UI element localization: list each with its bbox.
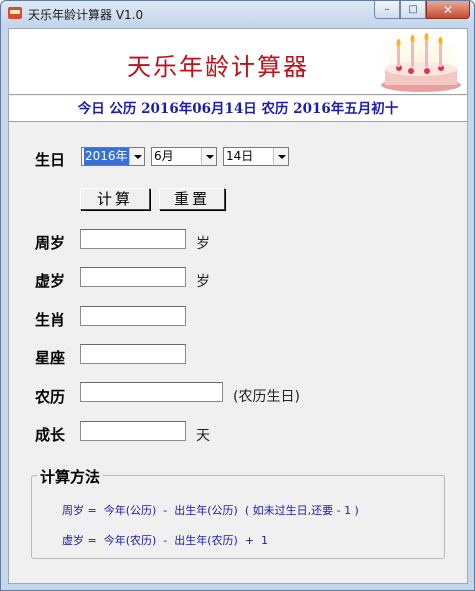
minimize-button[interactable]: – [374, 1, 400, 19]
zhousui-formula: 周岁 = 今年(公历) - 出生年(公历) ( 如未过生日,还要 - 1 ) [62, 504, 359, 517]
reset-button[interactable]: 重置 [159, 188, 225, 210]
header-banner: 天乐年龄计算器 [9, 29, 467, 95]
window-controls: – □ ✕ [374, 1, 470, 19]
client-area: 天乐年龄计算器 今日 公历 2016年06月14日 农历 2016年五月初十 生… [8, 28, 468, 584]
calculate-button[interactable]: 计算 [80, 188, 150, 210]
today-date-bar: 今日 公历 2016年06月14日 农历 2016年五月初十 [9, 96, 467, 122]
window-title: 天乐年龄计算器 V1.0 [28, 8, 144, 22]
xusui-label: 虚岁 [35, 272, 66, 290]
chevron-down-icon [129, 148, 144, 165]
nongli-label: 农历 [35, 388, 66, 406]
maximize-button[interactable]: □ [400, 1, 426, 19]
title-bar[interactable]: 天乐年龄计算器 V1.0 – □ ✕ [1, 1, 474, 27]
zhousui-field[interactable] [80, 229, 186, 249]
shengxiao-label: 生肖 [35, 311, 66, 329]
month-select[interactable]: 6月 [151, 147, 217, 166]
method-title: 计算方法 [37, 466, 104, 487]
chevron-down-icon [201, 148, 216, 165]
nongli-unit: (农历生日) [233, 389, 300, 405]
cake-app-icon [8, 7, 22, 19]
close-button[interactable]: ✕ [426, 1, 470, 19]
birthday-cake-image [377, 31, 465, 93]
chengzhang-field[interactable] [80, 421, 186, 441]
shengxiao-field[interactable] [80, 306, 186, 326]
chevron-down-icon [273, 148, 288, 165]
birthday-label: 生日 [35, 151, 66, 169]
xusui-field[interactable] [80, 267, 186, 287]
year-select[interactable]: 2016年 [81, 147, 145, 166]
xusui-unit: 岁 [196, 274, 210, 290]
xingzuo-field[interactable] [80, 344, 186, 364]
xingzuo-label: 星座 [35, 349, 66, 367]
xusui-formula: 虚岁 = 今年(农历) - 出生年(农历) + 1 [62, 534, 269, 547]
zhousui-label: 周岁 [35, 234, 66, 252]
day-value: 14日 [226, 149, 254, 163]
nongli-field[interactable] [80, 382, 223, 402]
day-select[interactable]: 14日 [223, 147, 289, 166]
month-value: 6月 [154, 149, 174, 163]
chengzhang-unit: 天 [196, 428, 210, 444]
app-title: 天乐年龄计算器 [127, 53, 309, 81]
chengzhang-label: 成长 [35, 426, 66, 444]
year-value: 2016年 [84, 148, 129, 165]
zhousui-unit: 岁 [196, 236, 210, 252]
app-window: 天乐年龄计算器 V1.0 – □ ✕ 天乐年龄计算器 今日 公历 2016年06… [0, 0, 475, 591]
